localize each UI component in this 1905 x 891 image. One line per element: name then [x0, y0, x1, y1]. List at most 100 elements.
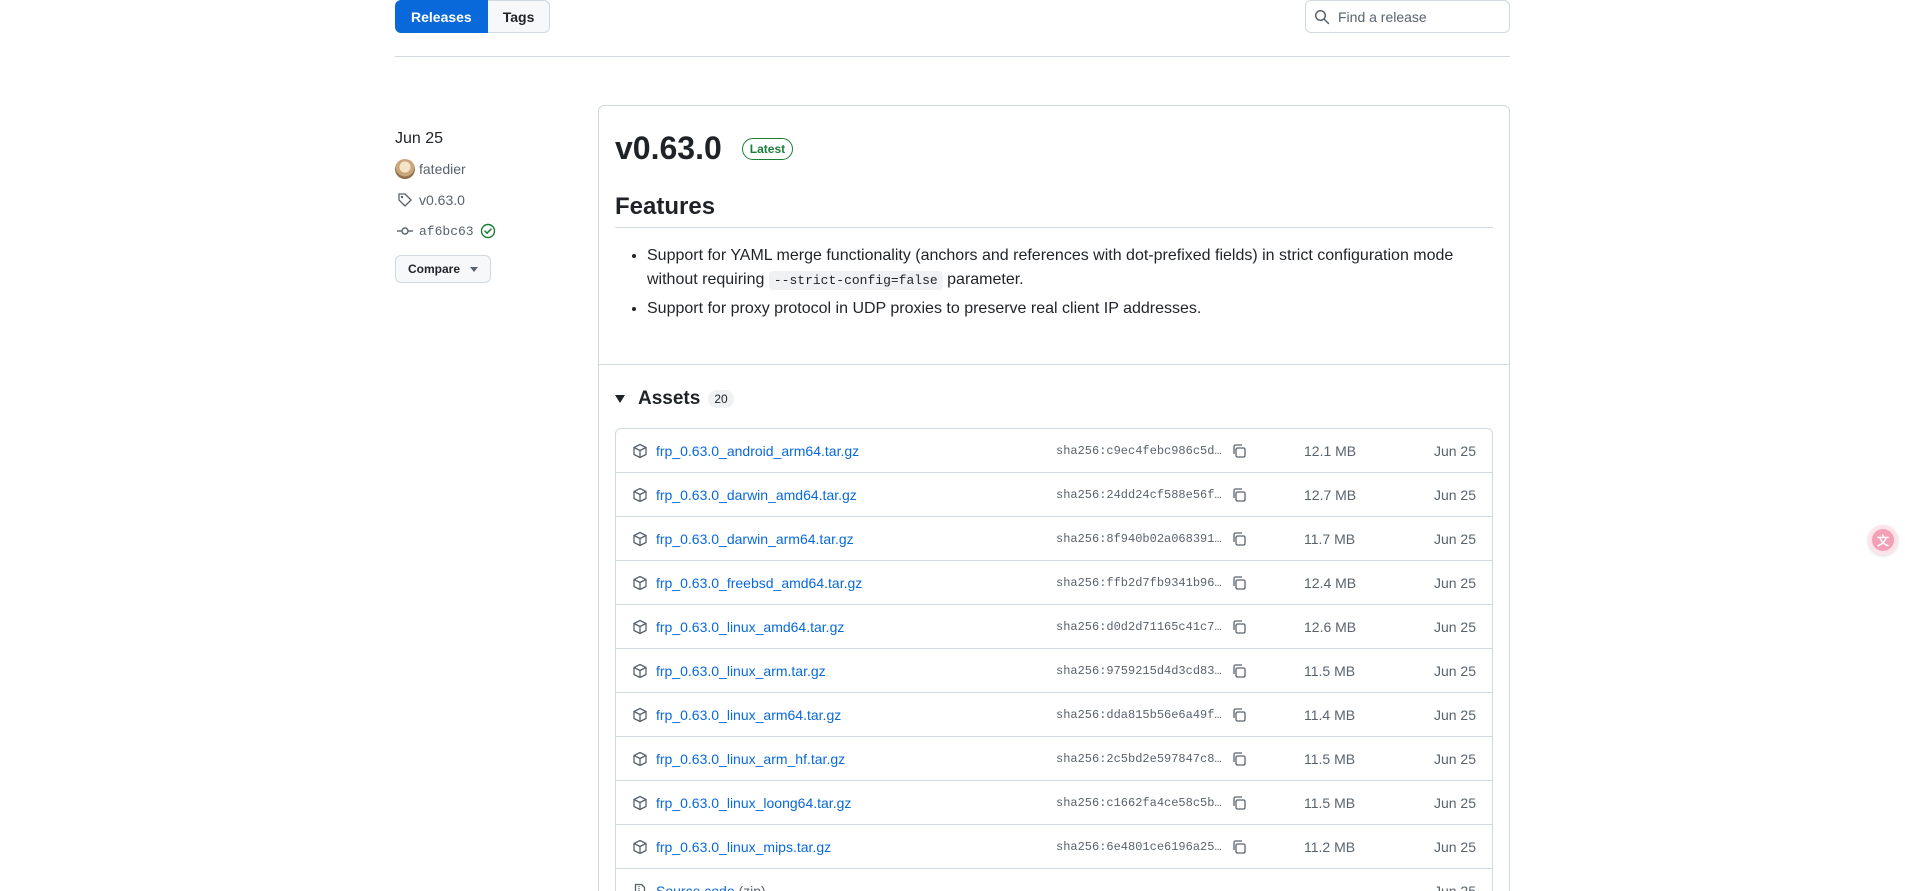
asset-date: Jun 25 [1433, 882, 1476, 891]
asset-size: 11.5 MB [1304, 662, 1356, 679]
asset-sha: sha256:24dd24cf588e56f88… [1056, 487, 1226, 502]
compare-button[interactable]: Compare [395, 255, 492, 283]
file-zip-icon [632, 883, 648, 891]
asset-size: 12.1 MB [1304, 442, 1357, 459]
asset-sha: sha256:9759215d4d3cd83ca… [1056, 663, 1226, 678]
release-title[interactable]: v0.63.0 [615, 130, 722, 167]
assets-toggle[interactable]: Assets 20 [615, 387, 1509, 411]
asset-link[interactable]: frp_0.63.0_linux_amd64.tar.gz [656, 619, 844, 635]
package-icon [632, 487, 648, 503]
asset-date: Jun 25 [1433, 750, 1476, 767]
find-release-search[interactable] [1305, 0, 1510, 33]
release-title-row: v0.63.0 Latest [615, 130, 1493, 167]
release-body: v0.63.0 Latest Features Support for YAML… [599, 106, 1509, 365]
commit-hash[interactable]: af6bc63 [419, 224, 474, 239]
asset-size: 12.7 MB [1304, 486, 1357, 503]
asset-date: Jun 25 [1433, 838, 1476, 855]
package-icon [632, 575, 648, 591]
translate-float-button[interactable]: 文 [1868, 525, 1898, 555]
asset-size: 11.4 MB [1304, 706, 1356, 723]
copy-icon[interactable] [1231, 751, 1247, 767]
copy-icon[interactable] [1231, 575, 1247, 591]
asset-date: Jun 25 [1433, 530, 1476, 547]
asset-link[interactable]: frp_0.63.0_freebsd_amd64.tar.gz [656, 575, 862, 591]
asset-date: Jun 25 [1433, 442, 1476, 459]
asset-link[interactable]: frp_0.63.0_android_arm64.tar.gz [656, 443, 859, 459]
package-icon [632, 443, 648, 459]
asset-sha: sha256:ffb2d7fb9341b962d… [1056, 575, 1226, 590]
asset-sha: sha256:d0d2d71165c41c777… [1056, 619, 1226, 634]
release-card: v0.63.0 Latest Features Support for YAML… [598, 105, 1510, 891]
package-icon [632, 663, 648, 679]
avatar [395, 159, 415, 179]
asset-link[interactable]: frp_0.63.0_darwin_arm64.tar.gz [656, 531, 854, 547]
copy-icon[interactable] [1231, 487, 1247, 503]
releases-tab[interactable]: Releases [395, 0, 488, 33]
copy-icon[interactable] [1231, 839, 1247, 855]
asset-date: Jun 25 [1433, 662, 1476, 679]
releases-tags-switch: Releases Tags [395, 0, 551, 33]
commit-icon [395, 221, 415, 241]
author-row[interactable]: fatedier [395, 158, 575, 180]
asset-sha: sha256:dda815b56e6a49f12… [1056, 707, 1226, 722]
asset-size: 11.7 MB [1304, 530, 1356, 547]
tags-tab[interactable]: Tags [487, 0, 551, 33]
asset-link[interactable]: frp_0.63.0_linux_arm_hf.tar.gz [656, 751, 845, 767]
asset-row: frp_0.63.0_android_arm64.tar.gz sha256:c9… [616, 429, 1492, 473]
features-heading: Features [615, 193, 1493, 228]
release-toolbar: Releases Tags [395, 0, 1510, 57]
asset-row: frp_0.63.0_linux_arm_hf.tar.gz sha256:2c5… [616, 737, 1492, 781]
copy-icon[interactable] [1231, 619, 1247, 635]
compare-label: Compare [408, 262, 461, 276]
package-icon [632, 795, 648, 811]
copy-icon[interactable] [1231, 531, 1247, 547]
asset-sha: sha256:8f940b02a068391de… [1056, 531, 1226, 546]
package-icon [632, 839, 648, 855]
author-name[interactable]: fatedier [419, 161, 466, 177]
package-icon [632, 751, 648, 767]
tag-row[interactable]: v0.63.0 [395, 189, 575, 211]
source-code-link[interactable]: Source code (zip) [656, 883, 766, 891]
tag-icon [395, 190, 415, 210]
commit-row[interactable]: af6bc63 [395, 220, 575, 242]
release-sidebar: Jun 25 fatedier v0.63.0 af6bc63 Compare [395, 130, 575, 283]
assets-list: frp_0.63.0_android_arm64.tar.gz sha256:c9… [615, 428, 1493, 891]
asset-link[interactable]: frp_0.63.0_linux_arm.tar.gz [656, 663, 826, 679]
asset-row: frp_0.63.0_linux_arm64.tar.gz sha256:dda8… [616, 693, 1492, 737]
chevron-down-icon [470, 266, 479, 272]
asset-date: Jun 25 [1433, 574, 1476, 591]
asset-size: 11.2 MB [1304, 838, 1356, 855]
copy-icon[interactable] [1231, 443, 1247, 459]
asset-sha: sha256:6e4801ce6196a2539… [1056, 839, 1226, 854]
package-icon [632, 707, 648, 723]
source-code-row: Source code (zip) Jun 25 [616, 869, 1492, 891]
copy-icon[interactable] [1231, 707, 1247, 723]
asset-row: frp_0.63.0_freebsd_amd64.tar.gz sha256:ff… [616, 561, 1492, 605]
asset-size: 11.5 MB [1304, 794, 1356, 811]
asset-sha: sha256:c1662fa4ce58c5bec… [1056, 795, 1226, 810]
asset-row: frp_0.63.0_darwin_amd64.tar.gz sha256:24d… [616, 473, 1492, 517]
copy-icon[interactable] [1231, 663, 1247, 679]
asset-size: 12.4 MB [1304, 574, 1357, 591]
asset-link[interactable]: frp_0.63.0_linux_mips.tar.gz [656, 839, 831, 855]
search-input[interactable] [1338, 8, 1498, 25]
copy-icon[interactable] [1231, 795, 1247, 811]
asset-link[interactable]: frp_0.63.0_darwin_amd64.tar.gz [656, 487, 857, 503]
asset-link[interactable]: frp_0.63.0_linux_arm64.tar.gz [656, 707, 841, 723]
features-list: Support for YAML merge functionality (an… [615, 244, 1493, 321]
asset-link[interactable]: frp_0.63.0_linux_loong64.tar.gz [656, 795, 851, 811]
translate-icon: 文 [1872, 529, 1894, 551]
package-icon [632, 619, 648, 635]
asset-date: Jun 25 [1433, 486, 1476, 503]
assets-count: 20 [708, 390, 734, 408]
inline-code: --strict-config=false [768, 271, 943, 290]
asset-date: Jun 25 [1433, 706, 1476, 723]
asset-row: frp_0.63.0_linux_arm.tar.gz sha256:975921… [616, 649, 1492, 693]
verified-check-icon [478, 221, 498, 241]
asset-row: frp_0.63.0_darwin_arm64.tar.gz sha256:8f9… [616, 517, 1492, 561]
asset-date: Jun 25 [1433, 618, 1476, 635]
asset-row: frp_0.63.0_linux_loong64.tar.gz sha256:c1… [616, 781, 1492, 825]
release-date: Jun 25 [395, 130, 444, 147]
search-icon [1314, 9, 1330, 24]
tag-name[interactable]: v0.63.0 [419, 192, 465, 208]
